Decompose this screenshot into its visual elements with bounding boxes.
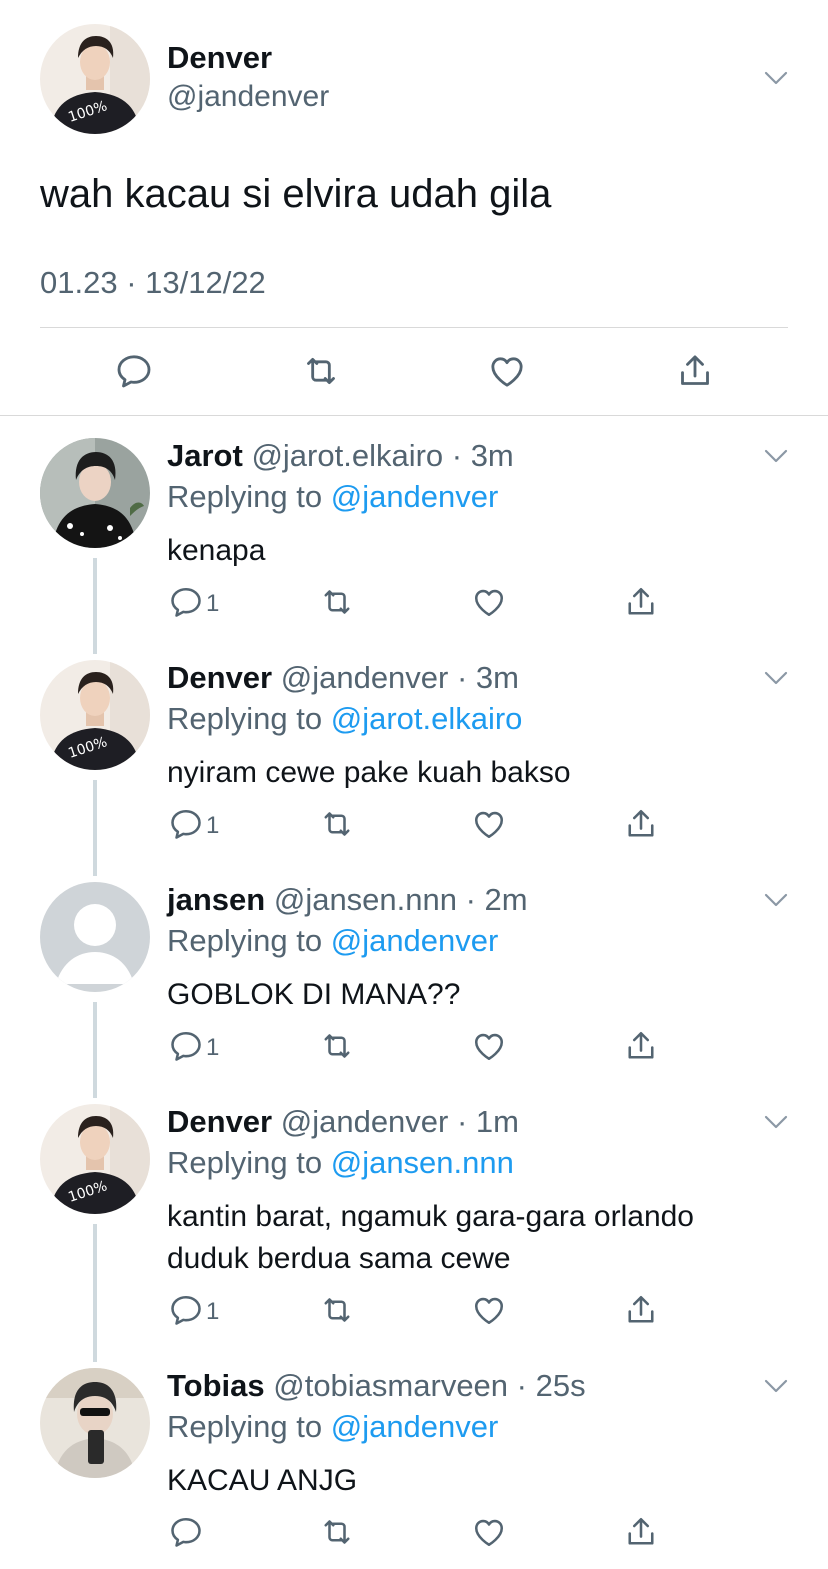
main-author-name[interactable]: Denver xyxy=(167,40,272,76)
mention-link[interactable]: @jandenver xyxy=(331,479,499,514)
action-bar: 1 xyxy=(0,1292,828,1332)
replying-to: Replying to @jandenver xyxy=(167,479,498,515)
share-icon[interactable] xyxy=(623,1028,659,1064)
divider xyxy=(40,327,788,328)
main-tweet-text: wah kacau si elvira udah gila xyxy=(40,172,552,216)
reply-tweet[interactable]: Tobias @tobiasmarveen · 25s Replying to … xyxy=(0,1368,828,1568)
reply-text: GOBLOK DI MANA?? xyxy=(167,978,461,1011)
reply-count: 1 xyxy=(206,812,220,839)
retweet-icon[interactable] xyxy=(319,1028,355,1064)
reply-text-line: kantin barat, ngamuk gara-gara orlando xyxy=(167,1200,694,1233)
reply-count: 1 xyxy=(206,1034,220,1061)
chevron-down-icon[interactable] xyxy=(763,70,789,86)
author-name[interactable]: Jarot xyxy=(167,438,243,473)
action-bar: 1 xyxy=(0,584,828,624)
chevron-down-icon[interactable] xyxy=(763,1114,789,1130)
author-meta: @jandenver · 1m xyxy=(280,1104,519,1139)
chevron-down-icon[interactable] xyxy=(763,448,789,464)
reply-icon[interactable] xyxy=(168,806,204,842)
chevron-down-icon[interactable] xyxy=(763,892,789,908)
replying-to: Replying to @jandenver xyxy=(167,1409,498,1445)
author-meta: @jansen.nnn · 2m xyxy=(273,882,528,917)
reply-icon[interactable] xyxy=(114,351,154,391)
reply-count: 1 xyxy=(206,1298,220,1325)
reply-text: kenapa xyxy=(167,534,266,567)
action-bar xyxy=(0,1514,828,1554)
reply-header: Tobias @tobiasmarveen · 25s xyxy=(167,1368,586,1404)
author-meta: @tobiasmarveen · 25s xyxy=(273,1368,586,1403)
action-bar: 1 xyxy=(0,806,828,846)
reply-tweet[interactable]: Denver @jandenver · 3m Replying to @jaro… xyxy=(0,660,828,860)
mention-link[interactable]: @jandenver xyxy=(331,923,499,958)
chevron-down-icon[interactable] xyxy=(763,670,789,686)
retweet-icon[interactable] xyxy=(319,1292,355,1328)
reply-tweet[interactable]: jansen @jansen.nnn · 2m Replying to @jan… xyxy=(0,882,828,1082)
author-name[interactable]: Denver xyxy=(167,660,272,695)
reply-text: nyiram cewe pake kuah bakso xyxy=(167,756,571,789)
like-icon[interactable] xyxy=(471,1514,507,1550)
replying-to: Replying to @jansen.nnn xyxy=(167,1145,514,1181)
reply-tweet[interactable]: Denver @jandenver · 1m Replying to @jans… xyxy=(0,1104,828,1344)
share-icon[interactable] xyxy=(675,351,715,391)
reply-icon[interactable] xyxy=(168,1514,204,1550)
avatar[interactable] xyxy=(40,1368,150,1478)
replying-label: Replying to xyxy=(167,479,331,514)
reply-count: 1 xyxy=(206,590,220,617)
reply-text: kantin barat, ngamuk gara-gara orlando d… xyxy=(167,1196,787,1280)
author-name[interactable]: Tobias xyxy=(167,1368,265,1403)
main-action-bar xyxy=(0,348,828,398)
like-icon[interactable] xyxy=(487,351,527,391)
reply-header: jansen @jansen.nnn · 2m xyxy=(167,882,528,918)
replying-label: Replying to xyxy=(167,923,331,958)
reply-icon[interactable] xyxy=(168,1292,204,1328)
main-author-handle[interactable]: @jandenver xyxy=(167,80,329,114)
main-tweet: Denver @jandenver wah kacau si elvira ud… xyxy=(0,0,828,416)
reply-text-line: duduk berdua sama cewe xyxy=(167,1242,511,1275)
replying-to: Replying to @jarot.elkairo xyxy=(167,701,522,737)
mention-link[interactable]: @jandenver xyxy=(331,1409,499,1444)
replying-label: Replying to xyxy=(167,1409,331,1444)
author-meta: @jandenver · 3m xyxy=(280,660,519,695)
avatar[interactable] xyxy=(40,1104,150,1214)
retweet-icon[interactable] xyxy=(319,584,355,620)
divider xyxy=(0,415,828,416)
reply-header: Denver @jandenver · 3m xyxy=(167,660,519,696)
reply-tweet[interactable]: Jarot @jarot.elkairo · 3m Replying to @j… xyxy=(0,438,828,638)
author-name[interactable]: jansen xyxy=(167,882,265,917)
mention-link[interactable]: @jansen.nnn xyxy=(331,1145,514,1180)
retweet-icon[interactable] xyxy=(301,351,341,391)
avatar[interactable] xyxy=(40,438,150,548)
retweet-icon[interactable] xyxy=(319,1514,355,1550)
like-icon[interactable] xyxy=(471,584,507,620)
avatar[interactable] xyxy=(40,882,150,992)
like-icon[interactable] xyxy=(471,1028,507,1064)
author-meta: @jarot.elkairo · 3m xyxy=(251,438,514,473)
main-avatar[interactable] xyxy=(40,24,150,134)
reply-header: Denver @jandenver · 1m xyxy=(167,1104,519,1140)
like-icon[interactable] xyxy=(471,806,507,842)
chevron-down-icon[interactable] xyxy=(763,1378,789,1394)
share-icon[interactable] xyxy=(623,584,659,620)
reply-header: Jarot @jarot.elkairo · 3m xyxy=(167,438,514,474)
reply-icon[interactable] xyxy=(168,1028,204,1064)
replying-label: Replying to xyxy=(167,1145,331,1180)
reply-text: KACAU ANJG xyxy=(167,1464,358,1497)
mention-link[interactable]: @jarot.elkairo xyxy=(331,701,523,736)
author-name[interactable]: Denver xyxy=(167,1104,272,1139)
action-bar: 1 xyxy=(0,1028,828,1068)
reply-icon[interactable] xyxy=(168,584,204,620)
main-tweet-timestamp[interactable]: 01.23 · 13/12/22 xyxy=(40,265,266,301)
replying-to: Replying to @jandenver xyxy=(167,923,498,959)
share-icon[interactable] xyxy=(623,806,659,842)
replying-label: Replying to xyxy=(167,701,331,736)
avatar[interactable] xyxy=(40,660,150,770)
like-icon[interactable] xyxy=(471,1292,507,1328)
retweet-icon[interactable] xyxy=(319,806,355,842)
share-icon[interactable] xyxy=(623,1514,659,1550)
share-icon[interactable] xyxy=(623,1292,659,1328)
